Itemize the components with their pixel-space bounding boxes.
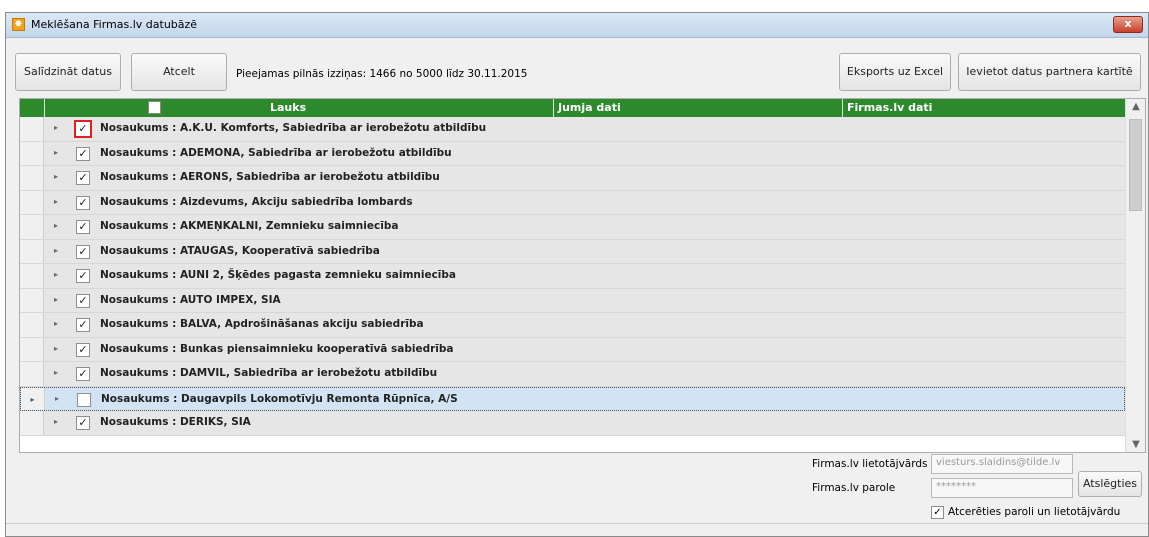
- expand-arrow-icon[interactable]: ▸: [54, 368, 58, 377]
- row-checkbox[interactable]: ✓: [76, 269, 90, 283]
- row-indicator[interactable]: [20, 190, 44, 214]
- title-bar: ✸ Meklēšana Firmas.lv datubāzē x: [6, 13, 1148, 38]
- table-row[interactable]: ▸ ✓ Nosaukums : Bunkas piensaimnieku koope…: [20, 337, 1125, 362]
- password-label: Firmas.lv parole: [812, 482, 896, 494]
- remember-label: Atcerēties paroli un lietotājvārdu: [948, 506, 1121, 518]
- row-label: Nosaukums : AERONS, Sabiedrība ar ierobe…: [100, 171, 440, 183]
- row-label: Nosaukums : AKMEŅKALNI, Zemnieku saimnie…: [100, 220, 399, 232]
- row-indicator[interactable]: [20, 141, 44, 165]
- table-row[interactable]: ▸ ✓ Nosaukums : AUNI 2, Šķēdes pagasta zem…: [20, 264, 1125, 289]
- table-row[interactable]: ▸ ✓ Nosaukums : Aizdevums, Akciju sabiedrī…: [20, 190, 1125, 215]
- disconnect-button[interactable]: Atslēgties: [1078, 471, 1142, 497]
- table-row[interactable]: ▸ ✓ Nosaukums : DERIKS, SIA: [20, 411, 1125, 436]
- row-label: Nosaukums : ADEMONA, Sabiedrība ar ierob…: [100, 146, 452, 159]
- scroll-down-icon[interactable]: ▼: [1126, 439, 1145, 450]
- row-label: Nosaukums : AUNI 2, Šķēdes pagasta zemni…: [100, 269, 457, 281]
- expand-arrow-icon[interactable]: ▸: [55, 394, 59, 403]
- grid-header: Lauks Jumja dati Firmas.lv dati: [20, 99, 1125, 117]
- row-indicator[interactable]: [20, 215, 44, 239]
- export-excel-button[interactable]: Eksports uz Excel: [839, 53, 951, 91]
- row-checkbox[interactable]: ✓: [76, 195, 90, 210]
- compare-data-button[interactable]: Salīdzināt datus: [15, 53, 121, 91]
- dialog-window: ✸ Meklēšana Firmas.lv datubāzē x Salīdzi…: [5, 12, 1149, 537]
- row-checkbox[interactable]: [77, 392, 91, 407]
- insert-partner-data-button[interactable]: Ievietot datus partnera kartītē: [958, 53, 1141, 91]
- expand-arrow-icon[interactable]: ▸: [54, 148, 58, 157]
- table-row[interactable]: ▸ ✓ Nosaukums : A.K.U. Komforts, Sabiedrīb…: [20, 117, 1125, 142]
- table-row[interactable]: ▸ ✓ Nosaukums : AKMEŅKALNI, Zemnieku saimn…: [20, 215, 1125, 240]
- table-row[interactable]: ▸ ✓ Nosaukums : AERONS, Sabiedrība ar iero…: [20, 166, 1125, 191]
- row-label: Nosaukums : Aizdevums, Akciju sabiedrība…: [100, 195, 413, 208]
- status-divider: [6, 523, 1148, 524]
- row-checkbox[interactable]: ✓: [74, 120, 92, 138]
- expand-arrow-icon[interactable]: ▸: [54, 246, 58, 255]
- row-checkbox[interactable]: ✓: [76, 318, 90, 332]
- expand-arrow-icon[interactable]: ▸: [54, 295, 58, 304]
- expand-arrow-icon[interactable]: ▸: [54, 270, 58, 279]
- comparison-grid[interactable]: Lauks Jumja dati Firmas.lv dati ▸ ✓ Nosauk…: [19, 98, 1146, 453]
- expand-arrow-icon[interactable]: ▸: [54, 221, 58, 230]
- select-all-checkbox[interactable]: [148, 101, 161, 114]
- row-checkbox[interactable]: ✓: [76, 293, 90, 308]
- row-indicator[interactable]: [20, 337, 44, 361]
- row-indicator[interactable]: [20, 166, 44, 190]
- row-indicator[interactable]: [20, 239, 44, 263]
- table-row[interactable]: ▸ ✓ Nosaukums : DAMVIL, Sabiedrība ar iero…: [20, 362, 1125, 387]
- row-label: Nosaukums : AUTO IMPEX, SIA: [100, 293, 281, 306]
- row-checkbox[interactable]: ✓: [76, 342, 90, 357]
- password-field[interactable]: ********: [931, 478, 1073, 498]
- row-label: Nosaukums : Bunkas piensaimnieku koopera…: [100, 342, 454, 355]
- row-checkbox[interactable]: ✓: [76, 220, 90, 234]
- column-header-firmas-data[interactable]: Firmas.lv dati: [847, 101, 932, 114]
- report-quota-text: Pieejamas pilnās izziņas: 1466 no 5000 l…: [236, 68, 528, 80]
- row-indicator[interactable]: [20, 411, 44, 435]
- remember-checkbox[interactable]: ✓: [931, 506, 944, 519]
- row-label: Nosaukums : DAMVIL, Sabiedrība ar ierobe…: [100, 367, 438, 379]
- expand-arrow-icon[interactable]: ▸: [54, 319, 58, 328]
- expand-arrow-icon[interactable]: ▸: [54, 172, 58, 181]
- table-row[interactable]: ▸ ✓ Nosaukums : ADEMONA, Sabiedrība ar ier…: [20, 141, 1125, 166]
- row-indicator[interactable]: [20, 288, 44, 312]
- expand-arrow-icon[interactable]: ▸: [54, 344, 58, 353]
- row-label: Nosaukums : BALVA, Apdrošināšanas akciju…: [100, 318, 424, 330]
- row-checkbox[interactable]: ✓: [76, 244, 90, 259]
- column-header-field[interactable]: Lauks: [270, 101, 306, 114]
- row-label: Nosaukums : DERIKS, SIA: [100, 416, 251, 428]
- expand-arrow-icon[interactable]: ▸: [54, 417, 58, 426]
- close-button[interactable]: x: [1113, 16, 1143, 33]
- column-header-jumis-data[interactable]: Jumja dati: [558, 101, 621, 114]
- row-indicator[interactable]: [20, 313, 44, 337]
- expand-arrow-icon[interactable]: ▸: [54, 197, 58, 206]
- username-label: Firmas.lv lietotājvārds: [812, 458, 928, 470]
- sun-icon: ✸: [12, 18, 25, 31]
- row-checkbox[interactable]: ✓: [76, 146, 90, 161]
- table-row[interactable]: ▸ ▸ Nosaukums : Daugavpils Lokomotīvju Rem…: [20, 386, 1125, 411]
- row-checkbox[interactable]: ✓: [76, 416, 90, 430]
- row-indicator[interactable]: [20, 264, 44, 288]
- vertical-scrollbar[interactable]: ▲ ▼: [1125, 99, 1145, 452]
- table-row[interactable]: ▸ ✓ Nosaukums : BALVA, Apdrošināšanas akci…: [20, 313, 1125, 338]
- table-row[interactable]: ▸ ✓ Nosaukums : AUTO IMPEX, SIA: [20, 288, 1125, 313]
- row-label: Nosaukums : A.K.U. Komforts, Sabiedrība …: [100, 122, 487, 134]
- scroll-thumb[interactable]: [1129, 119, 1142, 211]
- grid-rows: ▸ ✓ Nosaukums : A.K.U. Komforts, Sabiedrīb…: [20, 117, 1125, 436]
- row-checkbox[interactable]: ✓: [76, 171, 90, 185]
- row-label: Nosaukums : ATAUGAS, Kooperatīvā sabiedr…: [100, 244, 380, 257]
- row-indicator[interactable]: [20, 117, 44, 141]
- row-indicator[interactable]: ▸: [21, 387, 45, 410]
- username-field[interactable]: viesturs.slaidins@tilde.lv: [931, 454, 1073, 474]
- row-label: Nosaukums : Daugavpils Lokomotīvju Remon…: [101, 392, 458, 405]
- row-checkbox[interactable]: ✓: [76, 367, 90, 381]
- cancel-button[interactable]: Atcelt: [131, 53, 227, 91]
- row-indicator[interactable]: [20, 362, 44, 386]
- scroll-up-icon[interactable]: ▲: [1126, 101, 1145, 112]
- expand-arrow-icon[interactable]: ▸: [54, 123, 58, 132]
- window-title: Meklēšana Firmas.lv datubāzē: [31, 18, 198, 31]
- table-row[interactable]: ▸ ✓ Nosaukums : ATAUGAS, Kooperatīvā sabie…: [20, 239, 1125, 264]
